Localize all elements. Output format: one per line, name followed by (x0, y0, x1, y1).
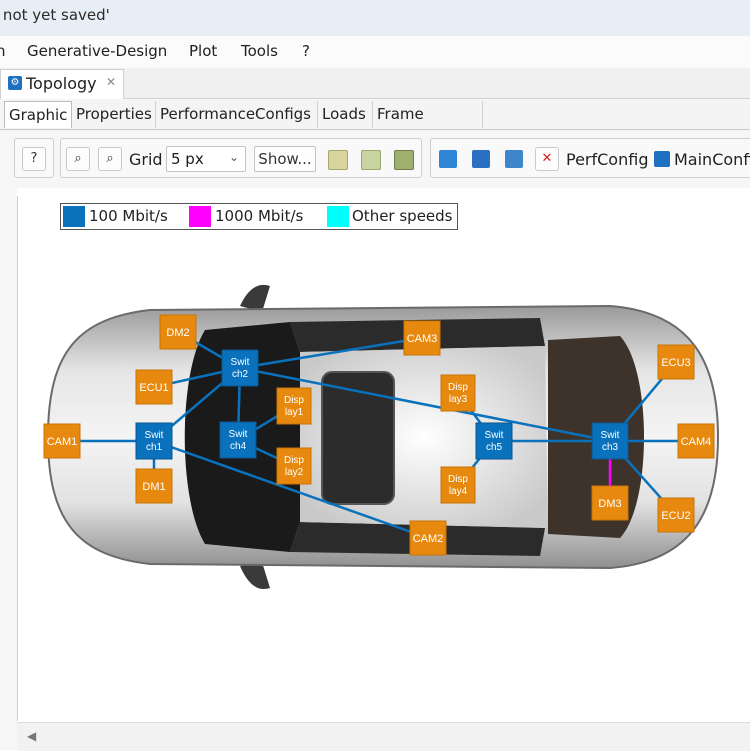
device-dm3[interactable]: DM3 (591, 485, 629, 521)
switch-label: Swit (485, 430, 504, 441)
switch-label: Swit (145, 430, 164, 441)
device-disp1[interactable]: Display1 (276, 387, 312, 425)
device-ecu1[interactable]: ECU1 (135, 369, 173, 405)
switch-box (135, 422, 173, 460)
device-box (440, 374, 476, 412)
switch-label: Swit (229, 429, 248, 440)
switch-label: ch3 (602, 442, 619, 453)
mirror-left-bottom (240, 562, 270, 590)
switch-label: ch4 (230, 441, 247, 452)
switch-box (591, 422, 629, 460)
switch-label: ch5 (486, 442, 503, 453)
switch-box (221, 349, 259, 387)
device-label: Disp (448, 382, 468, 393)
device-label: lay3 (449, 394, 468, 405)
switch-sw2[interactable]: Switch2 (221, 349, 259, 387)
switch-sw1[interactable]: Switch1 (135, 422, 173, 460)
switch-label: Swit (601, 430, 620, 441)
device-label: lay2 (285, 467, 304, 478)
device-disp4[interactable]: Display4 (440, 466, 476, 504)
device-disp2[interactable]: Display2 (276, 447, 312, 485)
device-label: DM3 (598, 498, 621, 510)
device-cam4[interactable]: CAM4 (677, 423, 715, 459)
device-ecu2[interactable]: ECU2 (657, 497, 695, 533)
switch-box (475, 422, 513, 460)
device-label: CAM1 (47, 436, 78, 448)
device-ecu3[interactable]: ECU3 (657, 344, 695, 380)
device-disp3[interactable]: Display3 (440, 374, 476, 412)
device-dm2[interactable]: DM2 (159, 314, 197, 350)
device-label: CAM3 (407, 333, 438, 345)
device-box (440, 466, 476, 504)
switch-sw4[interactable]: Switch4 (219, 421, 257, 459)
device-label: Disp (284, 395, 304, 406)
device-label: ECU1 (139, 382, 168, 394)
device-label: ECU2 (661, 510, 690, 522)
device-dm1[interactable]: DM1 (135, 468, 173, 504)
switch-label: Swit (231, 357, 250, 368)
device-label: DM1 (142, 481, 165, 493)
device-box (276, 387, 312, 425)
switch-label: ch2 (232, 369, 249, 380)
device-label: lay4 (449, 486, 468, 497)
switch-label: ch1 (146, 442, 163, 453)
horizontal-scrollbar[interactable]: ◀ (17, 722, 750, 751)
scroll-left-icon[interactable]: ◀ (27, 729, 36, 743)
car-topology-diagram: DM2ECU1CAM1DM1Display1Display2CAM3Displa… (43, 284, 720, 590)
device-label: Disp (284, 455, 304, 466)
device-cam3[interactable]: CAM3 (403, 320, 441, 356)
device-label: CAM4 (681, 436, 712, 448)
switch-sw3[interactable]: Switch3 (591, 422, 629, 460)
switch-sw5[interactable]: Switch5 (475, 422, 513, 460)
device-label: DM2 (166, 327, 189, 339)
device-label: ECU3 (661, 357, 690, 369)
device-cam1[interactable]: CAM1 (43, 423, 81, 459)
mirror-left-top (240, 284, 270, 312)
device-cam2[interactable]: CAM2 (409, 520, 447, 556)
switch-box (219, 421, 257, 459)
device-label: lay1 (285, 407, 304, 418)
device-box (276, 447, 312, 485)
device-label: CAM2 (413, 533, 444, 545)
device-label: Disp (448, 474, 468, 485)
